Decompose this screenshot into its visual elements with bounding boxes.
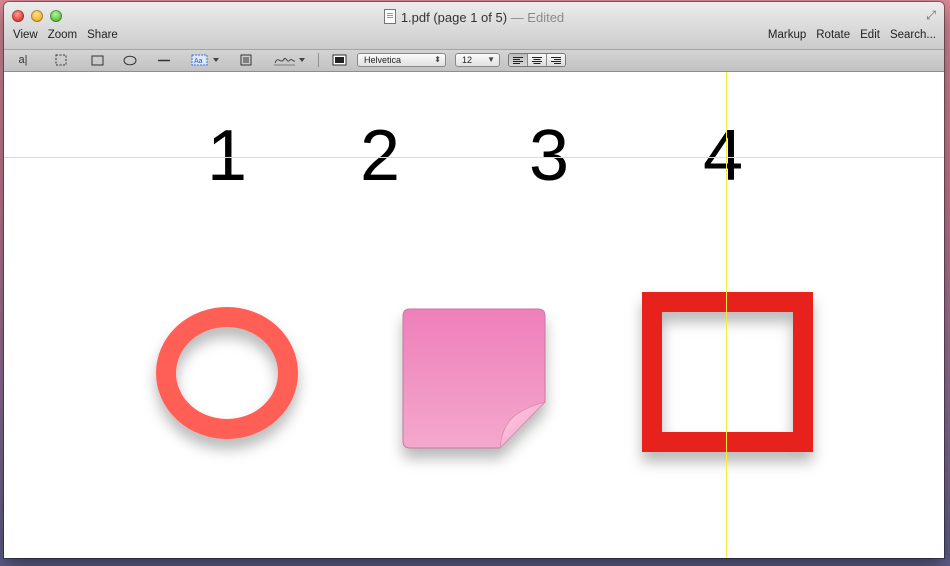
circle-annotation[interactable] xyxy=(156,307,298,439)
align-center-button[interactable] xyxy=(528,54,547,66)
chevron-down-icon: ▼ xyxy=(487,55,495,64)
pdf-page[interactable]: 1 2 3 4 xyxy=(4,72,944,558)
pdf-document-icon xyxy=(383,9,396,24)
align-right-button[interactable] xyxy=(547,54,565,66)
font-size-select[interactable]: 12 ▼ xyxy=(455,53,500,67)
oval-icon xyxy=(123,55,137,65)
align-center-icon xyxy=(532,56,542,64)
line-tool[interactable] xyxy=(156,52,172,68)
vertical-alignment-guide xyxy=(726,72,727,558)
rectangle-icon xyxy=(91,55,103,65)
sticky-note-annotation[interactable] xyxy=(402,308,547,450)
zoom-menu-button[interactable]: Zoom xyxy=(48,29,77,41)
preview-window: 1.pdf (page 1 of 5) — Edited ⤢ View Zoom… xyxy=(4,2,944,558)
toolbar-left-menu: View Zoom Share xyxy=(13,29,118,41)
text-box-tool[interactable]: Aa xyxy=(190,52,222,68)
rectangular-selection-tool[interactable] xyxy=(54,52,68,68)
square-annotation[interactable] xyxy=(642,292,813,452)
edit-button[interactable]: Edit xyxy=(860,29,880,41)
align-left-button[interactable] xyxy=(509,54,528,66)
window-title: 1.pdf (page 1 of 5) — Edited xyxy=(4,9,944,25)
text-box-icon: Aa xyxy=(191,54,219,66)
alignment-control xyxy=(508,53,566,67)
text-select-tool[interactable]: a| xyxy=(14,52,32,68)
align-right-icon xyxy=(551,56,561,64)
annotation-shapes xyxy=(156,292,813,452)
share-button[interactable]: Share xyxy=(87,29,118,41)
title-bar: 1.pdf (page 1 of 5) — Edited ⤢ View Zoom… xyxy=(4,2,944,50)
note-icon xyxy=(240,54,252,66)
edited-label: — Edited xyxy=(510,10,565,25)
signature-icon xyxy=(274,57,305,66)
note-tool[interactable] xyxy=(239,52,253,68)
font-select-value: Helvetica xyxy=(364,55,402,65)
align-left-icon xyxy=(513,56,523,64)
toolbar-right-menu: Markup Rotate Edit Search... xyxy=(768,29,936,41)
oval-tool[interactable] xyxy=(122,52,138,68)
horizontal-alignment-guide xyxy=(4,157,944,158)
rectangle-tool[interactable] xyxy=(90,52,104,68)
line-icon xyxy=(158,59,170,61)
marquee-icon xyxy=(55,54,67,66)
markup-button[interactable]: Markup xyxy=(768,29,806,41)
rotate-button[interactable]: Rotate xyxy=(816,29,850,41)
font-size-value: 12 xyxy=(462,55,473,65)
border-color-tool[interactable] xyxy=(331,52,347,68)
document-title: 1.pdf (page 1 of 5) xyxy=(400,10,508,25)
toolbar-separator xyxy=(318,53,319,67)
fullscreen-icon[interactable]: ⤢ xyxy=(924,8,938,22)
updown-arrow-icon: ⬍ xyxy=(434,55,441,64)
color-box-icon xyxy=(332,54,346,66)
signature-tool[interactable] xyxy=(272,52,308,68)
view-button[interactable]: View xyxy=(13,29,38,41)
svg-text:Aa: Aa xyxy=(194,58,203,65)
search-button[interactable]: Search... xyxy=(890,29,936,41)
markup-toolbar: a| Aa Helvetica ⬍ 12 ▼ xyxy=(4,50,944,72)
font-select[interactable]: Helvetica ⬍ xyxy=(357,53,446,67)
